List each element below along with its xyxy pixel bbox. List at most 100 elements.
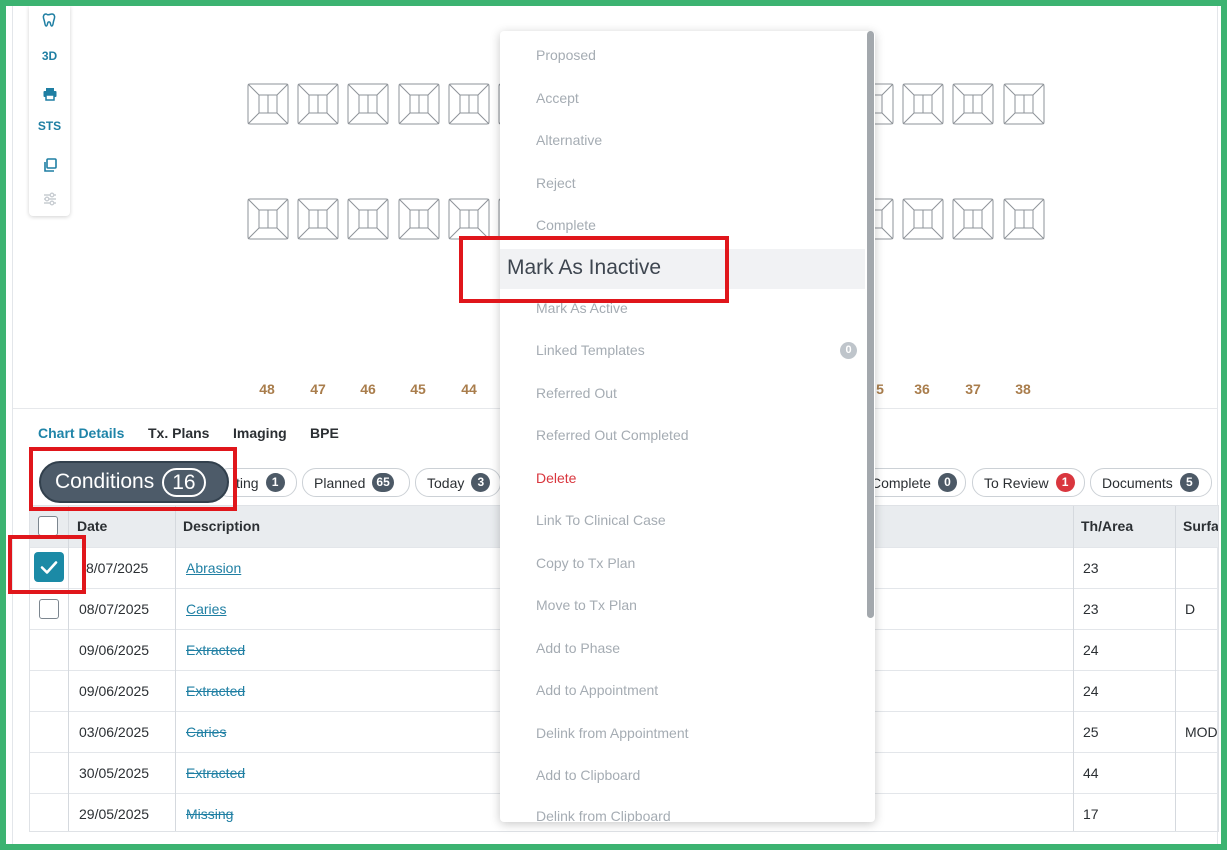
select-all-checkbox[interactable]: [38, 516, 58, 536]
column-divider: [175, 506, 176, 831]
th-area-cell: 23: [1083, 560, 1099, 576]
filter-count-badge: 65: [372, 473, 394, 492]
filter-label: Today: [427, 474, 465, 491]
tooth-diagram[interactable]: [247, 198, 289, 240]
filter-documents[interactable]: Documents 5: [1090, 468, 1212, 497]
tooth-number[interactable]: 46: [348, 381, 388, 397]
menu-item-referred-out[interactable]: Referred Out: [500, 385, 865, 401]
tab-chart-details[interactable]: Chart Details: [38, 425, 124, 441]
tooth-number[interactable]: 44: [449, 381, 489, 397]
menu-item-reject[interactable]: Reject: [500, 175, 865, 191]
filter-count-badge: 1: [1055, 473, 1075, 492]
copy-icon[interactable]: [29, 157, 70, 176]
3d-view-button[interactable]: 3D: [29, 49, 70, 63]
column-th-area[interactable]: Th/Area: [1073, 506, 1175, 547]
tab-tx-plans[interactable]: Tx. Plans: [148, 425, 209, 441]
tooth-diagram[interactable]: [1003, 198, 1045, 240]
tooth-diagram[interactable]: [448, 83, 490, 125]
condition-link[interactable]: Abrasion: [186, 560, 241, 576]
tooth-number[interactable]: 45: [398, 381, 438, 397]
filter-label: Complete: [871, 474, 931, 491]
condition-link[interactable]: Extracted: [186, 642, 245, 658]
annotation-box: [8, 535, 86, 594]
tooth-icon[interactable]: [29, 12, 70, 31]
row-checkbox[interactable]: [39, 599, 59, 619]
surface-cell: D: [1185, 601, 1196, 617]
menu-item-add-to-clipboard[interactable]: Add to Clipboard: [500, 767, 865, 783]
description-cell: Extracted: [186, 630, 245, 670]
th-area-cell: 25: [1083, 724, 1099, 740]
tooth-diagram[interactable]: [297, 198, 339, 240]
menu-item-link-to-clinical-case[interactable]: Link To Clinical Case: [500, 512, 865, 528]
filter-today[interactable]: Today 3: [415, 468, 501, 497]
menu-item-delete[interactable]: Delete: [500, 470, 865, 486]
date-cell: 08/07/2025: [79, 601, 150, 617]
date-cell: 30/05/2025: [79, 765, 150, 781]
printer-icon[interactable]: [29, 86, 70, 105]
tooth-diagram[interactable]: [902, 198, 944, 240]
tooth-diagram[interactable]: [247, 83, 289, 125]
menu-item-add-to-appointment[interactable]: Add to Appointment: [500, 682, 865, 698]
filter-count-badge: 0: [937, 473, 957, 492]
column-divider: [1073, 506, 1074, 831]
tooth-number[interactable]: 37: [953, 381, 993, 397]
tooth-diagram[interactable]: [398, 198, 440, 240]
menu-item-delink-from-appointment[interactable]: Delink from Appointment: [500, 725, 865, 741]
filter-to-review[interactable]: To Review 1: [972, 468, 1085, 497]
sts-button[interactable]: STS: [29, 119, 70, 133]
tooth-diagram[interactable]: [952, 198, 994, 240]
tooth-diagram[interactable]: [1003, 83, 1045, 125]
tooth-number[interactable]: 38: [1003, 381, 1043, 397]
menu-item-alternative[interactable]: Alternative: [500, 132, 865, 148]
column-surface[interactable]: Surfac: [1175, 506, 1218, 547]
menu-item-add-to-phase[interactable]: Add to Phase: [500, 640, 865, 656]
menu-scrollbar[interactable]: [867, 31, 874, 618]
date-cell: 09/06/2025: [79, 642, 150, 658]
filter-count-badge: 1: [265, 473, 285, 492]
th-area-cell: 23: [1083, 601, 1099, 617]
tooth-diagram[interactable]: [448, 198, 490, 240]
chart-toolbar: 3D STS: [29, 6, 70, 216]
menu-item-move-to-tx-plan[interactable]: Move to Tx Plan: [500, 597, 865, 613]
description-cell: Missing: [186, 794, 233, 831]
filter-label: To Review: [984, 474, 1049, 491]
date-cell: 29/05/2025: [79, 806, 150, 822]
menu-item-copy-to-tx-plan[interactable]: Copy to Tx Plan: [500, 555, 865, 571]
date-cell: 03/06/2025: [79, 724, 150, 740]
annotation-box: [459, 236, 729, 303]
filter-planned[interactable]: Planned 65: [302, 468, 410, 497]
tooth-number[interactable]: 48: [247, 381, 287, 397]
description-cell: Caries: [186, 589, 226, 629]
condition-link[interactable]: Caries: [186, 724, 226, 740]
tab-bpe[interactable]: BPE: [310, 425, 339, 441]
count-badge: 0: [840, 342, 857, 359]
tooth-number[interactable]: 47: [298, 381, 338, 397]
filter-label: Documents: [1102, 474, 1173, 491]
tooth-diagram[interactable]: [297, 83, 339, 125]
context-menu: Proposed Accept Alternative Reject Compl…: [500, 31, 875, 822]
condition-link[interactable]: Caries: [186, 601, 226, 617]
description-cell: Extracted: [186, 753, 245, 793]
th-area-cell: 44: [1083, 765, 1099, 781]
date-cell: 09/06/2025: [79, 683, 150, 699]
condition-link[interactable]: Extracted: [186, 765, 245, 781]
tab-imaging[interactable]: Imaging: [233, 425, 287, 441]
tooth-diagram[interactable]: [347, 83, 389, 125]
filter-count-badge: 3: [471, 473, 491, 492]
tooth-diagram[interactable]: [347, 198, 389, 240]
annotation-box: [29, 447, 237, 511]
tooth-diagram[interactable]: [952, 83, 994, 125]
menu-item-proposed[interactable]: Proposed: [500, 47, 865, 63]
tooth-number[interactable]: 36: [902, 381, 942, 397]
filter-label: Planned: [314, 474, 366, 491]
menu-item-delink-from-clipboard[interactable]: Delink from Clipboard: [500, 808, 865, 822]
condition-link[interactable]: Missing: [186, 806, 233, 822]
tooth-diagram[interactable]: [398, 83, 440, 125]
menu-item-accept[interactable]: Accept: [500, 90, 865, 106]
date-cell: 8/07/2025: [86, 560, 149, 576]
menu-item-referred-out-completed[interactable]: Referred Out Completed: [500, 427, 865, 443]
menu-item-linked-templates[interactable]: Linked Templates 0: [500, 342, 865, 359]
tooth-diagram[interactable]: [902, 83, 944, 125]
menu-item-complete[interactable]: Complete: [500, 217, 865, 233]
condition-link[interactable]: Extracted: [186, 683, 245, 699]
